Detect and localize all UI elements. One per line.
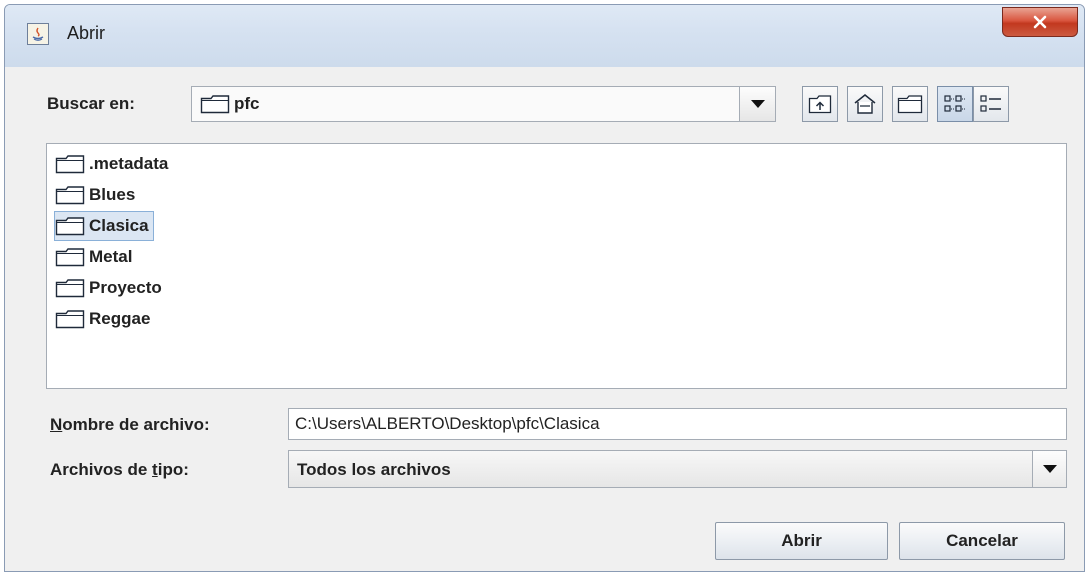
java-app-icon: [27, 23, 49, 45]
list-item-label: Reggae: [89, 309, 151, 328]
folder-icon: [55, 215, 87, 237]
new-folder-icon: [897, 95, 923, 114]
list-view-toggle[interactable]: [937, 86, 973, 122]
file-type-label: Archivos de tipo:: [50, 460, 189, 480]
open-button[interactable]: Abrir: [715, 522, 888, 560]
list-view-icon: [944, 95, 965, 112]
home-icon: [854, 94, 876, 114]
list-item-selected[interactable]: Clasica: [54, 211, 154, 241]
file-name-field[interactable]: [288, 408, 1067, 440]
file-type-dropdown-arrow[interactable]: [1032, 451, 1066, 487]
open-file-dialog: Abrir Buscar en: pfc .metadata Blues Cla…: [4, 4, 1085, 572]
list-item[interactable]: Metal: [55, 243, 136, 271]
list-item[interactable]: Blues: [55, 181, 139, 209]
new-folder-button[interactable]: [892, 86, 928, 122]
file-name-mnemonic: N: [50, 415, 63, 434]
cancel-button[interactable]: Cancelar: [899, 522, 1065, 560]
list-item-label: Blues: [89, 185, 136, 204]
window-title: Abrir: [67, 23, 106, 43]
dialog-content: Buscar en: pfc .metadata Blues Clasica M…: [5, 67, 1084, 571]
home-button[interactable]: [847, 86, 883, 122]
look-in-value: pfc: [234, 94, 260, 113]
folder-icon: [55, 308, 87, 330]
details-view-icon: [980, 95, 1001, 112]
close-icon: [1033, 15, 1047, 29]
list-item[interactable]: Proyecto: [55, 274, 166, 302]
list-item[interactable]: Reggae: [55, 305, 154, 333]
look-in-combo[interactable]: pfc: [191, 86, 776, 122]
file-type-label-start: Archivos de: [50, 460, 153, 479]
list-item[interactable]: .metadata: [55, 150, 172, 178]
list-item-label: Proyecto: [89, 278, 162, 297]
list-item-label: Metal: [89, 247, 133, 266]
chevron-down-icon: [750, 100, 765, 108]
folder-icon: [55, 277, 87, 299]
file-name-input[interactable]: [289, 409, 1066, 439]
file-name-label-text: ombre de archivo:: [62, 415, 210, 434]
up-one-level-icon: [808, 95, 832, 114]
file-type-combo[interactable]: Todos los archivos: [288, 450, 1067, 488]
list-item-label: Clasica: [89, 216, 149, 235]
folder-icon: [200, 94, 230, 119]
file-list[interactable]: .metadata Blues Clasica Metal Proyecto R…: [46, 143, 1067, 389]
title-bar[interactable]: Abrir: [5, 5, 1084, 68]
up-one-level-button[interactable]: [802, 86, 838, 122]
list-item-label: .metadata: [89, 154, 169, 173]
file-name-label: Nombre de archivo:: [50, 415, 210, 435]
chevron-down-icon: [1042, 465, 1057, 473]
details-view-toggle[interactable]: [973, 86, 1009, 122]
folder-icon: [55, 246, 87, 268]
look-in-dropdown-arrow[interactable]: [739, 87, 775, 121]
folder-icon: [55, 153, 87, 175]
folder-icon: [55, 184, 87, 206]
look-in-label: Buscar en:: [47, 94, 135, 113]
close-button[interactable]: [1002, 7, 1078, 37]
file-type-label-end: ipo:: [157, 460, 189, 479]
file-type-value: Todos los archivos: [297, 460, 451, 479]
